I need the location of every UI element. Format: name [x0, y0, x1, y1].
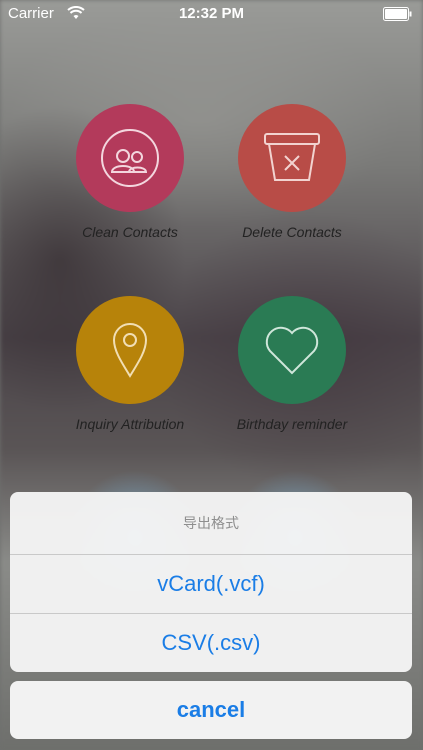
csv-option-button[interactable]: CSV(.csv)	[10, 614, 412, 672]
sheet-title: 导出格式	[10, 492, 412, 555]
heart-icon	[238, 296, 346, 404]
inquiry-attribution-tile[interactable]: Inquiry Attribution	[40, 296, 220, 432]
delete-contacts-tile[interactable]: Delete Contacts	[202, 104, 382, 240]
tile-label: Inquiry Attribution	[75, 416, 185, 432]
tile-label: Clean Contacts	[82, 224, 178, 240]
cancel-button[interactable]: cancel	[10, 681, 412, 739]
tile-label: Delete Contacts	[242, 224, 342, 240]
clean-contacts-tile[interactable]: Clean Contacts	[40, 104, 220, 240]
tile-label: Birthday reminder	[236, 416, 348, 432]
status-bar: Carrier 12:32 PM	[0, 0, 423, 30]
export-format-sheet: 导出格式 vCard(.vcf) CSV(.csv)	[10, 492, 412, 672]
vcard-option-button[interactable]: vCard(.vcf)	[10, 555, 412, 614]
trash-basket-icon	[238, 104, 346, 212]
location-pin-icon	[76, 296, 184, 404]
contacts-icon	[76, 104, 184, 212]
battery-icon	[383, 7, 413, 21]
birthday-reminder-tile[interactable]: Birthday reminder	[202, 296, 382, 432]
status-time: 12:32 PM	[178, 5, 245, 22]
